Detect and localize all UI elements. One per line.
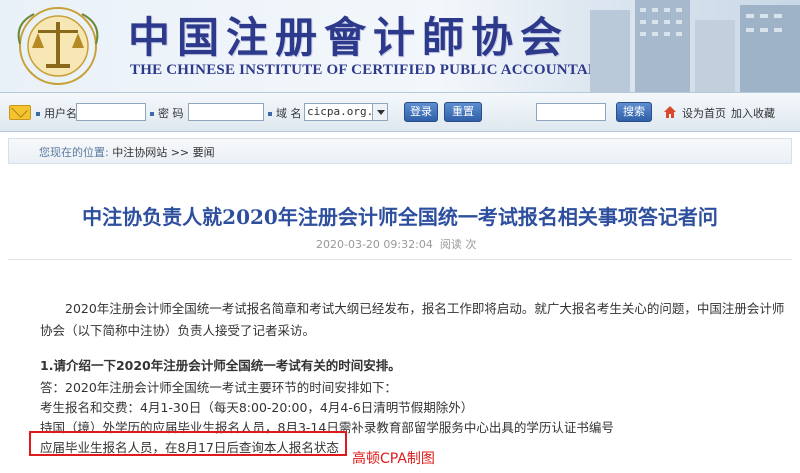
login-bar: 用户名 密 码 域 名 cicpa.org.cn 登录 重置 搜索 设为首页 加… (0, 92, 800, 132)
city-skyline-image (590, 0, 800, 92)
site-title-cn: 中国注册會计師协会 (128, 13, 570, 62)
mail-icon[interactable] (9, 105, 31, 120)
breadcrumb-label: 您现在的位置: (39, 146, 109, 159)
home-icon (664, 106, 676, 118)
breadcrumb: 您现在的位置: 中注协网站 >> 要闻 (8, 138, 792, 164)
read-label: 阅读 (439, 238, 462, 251)
set-homepage-link[interactable]: 设为首页 (682, 105, 726, 121)
search-button[interactable]: 搜索 (616, 102, 652, 122)
question-heading: 1.请介绍一下2020年注册会计师全国统一考试有关的时间安排。 (40, 358, 401, 373)
username-label: 用户名 (36, 105, 77, 121)
password-input[interactable] (188, 103, 264, 121)
breadcrumb-trail[interactable]: 中注协网站 >> 要闻 (112, 146, 214, 159)
article-datetime: 2020-03-20 09:32:04 (316, 238, 433, 251)
password-label: 密 码 (150, 105, 184, 121)
article-title: 中注协负责人就2020年注册会计师全国统一考试报名相关事项答记者问 (82, 205, 718, 229)
login-button[interactable]: 登录 (404, 102, 438, 122)
answer-line: 考生报名和交费：4月1-30日（每天8:00-20:00，4月4-6日清明节假期… (40, 400, 474, 415)
select-arrow-icon[interactable] (372, 103, 388, 121)
domain-select[interactable]: cicpa.org.cn (304, 103, 386, 121)
read-unit: 次 (465, 238, 477, 251)
intro-line: 2020年注册会计师全国统一考试报名简章和考试大纲已经发布，报名工作即将启动。就… (65, 301, 785, 316)
site-banner: 中国注册會计師协会 THE CHINESE INSTITUTE OF CERTI… (0, 0, 800, 92)
article-meta: 2020-03-20 09:32:04 阅读 次 (316, 236, 476, 252)
search-input[interactable] (536, 103, 606, 121)
emblem-icon (17, 7, 99, 85)
highlight-box (29, 431, 347, 456)
breadcrumb-text: 您现在的位置: 中注协网站 >> 要闻 (39, 144, 215, 160)
domain-label: 域 名 (268, 105, 302, 121)
intro-line: 协会（以下简称中注协）负责人接受了记者采访。 (40, 323, 316, 338)
intro-paragraph: 2020年注册会计师全国统一考试报名简章和考试大纲已经发布，报名工作即将启动。就… (40, 298, 785, 342)
answer-line: 答：2020年注册会计师全国统一考试主要环节的时间安排如下： (40, 380, 397, 395)
divider (8, 259, 792, 260)
reset-button[interactable]: 重置 (444, 102, 482, 122)
username-input[interactable] (76, 103, 146, 121)
add-favorite-link[interactable]: 加入收藏 (731, 105, 775, 121)
site-title-en: THE CHINESE INSTITUTE OF CERTIFIED PUBLI… (130, 62, 618, 78)
watermark-text: 高顿CPA制图 (352, 451, 435, 467)
